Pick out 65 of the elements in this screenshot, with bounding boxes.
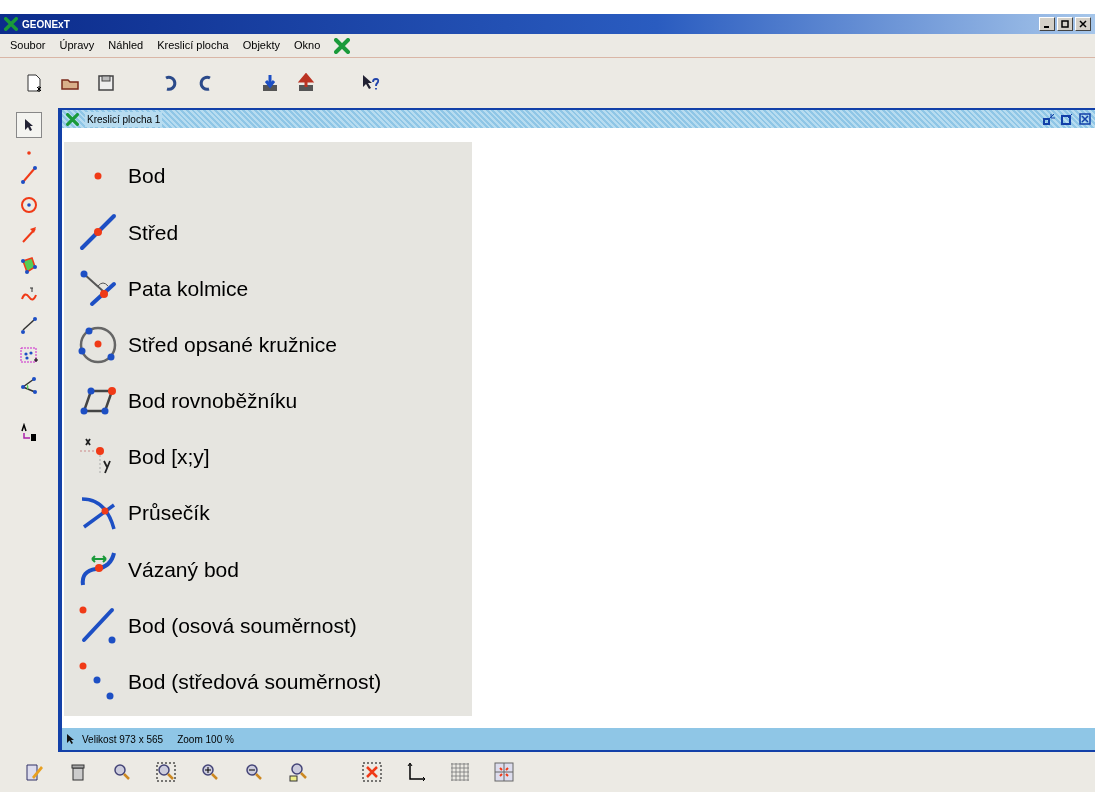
menu-item[interactable]: Okno	[294, 37, 321, 54]
zoom-fit-icon	[288, 762, 308, 782]
menu-item[interactable]: Pata kolmice	[64, 265, 472, 312]
circle-icon	[19, 195, 39, 215]
maximize-icon	[1061, 20, 1069, 28]
window-title: GEONExT	[22, 17, 70, 32]
edit-icon	[24, 762, 44, 782]
minimize-button[interactable]	[1043, 113, 1055, 125]
menu-item[interactable]: Objekty	[242, 37, 281, 54]
maximize-button[interactable]	[1057, 17, 1073, 31]
menu-item[interactable]: Bod	[64, 153, 472, 200]
polygon-icon	[19, 255, 39, 275]
document-title: Kreslicí plocha 1	[85, 111, 163, 127]
axes-icon	[406, 762, 426, 782]
logo-icon	[66, 112, 79, 126]
close-icon	[1079, 113, 1091, 125]
snap-grid-icon	[494, 762, 514, 782]
zoom-area-icon	[156, 762, 176, 782]
angle-icon	[19, 375, 39, 395]
zoom-icon	[112, 762, 132, 782]
logo-icon	[4, 17, 18, 31]
menu-item[interactable]: Střed	[64, 209, 472, 256]
measure-icon	[19, 315, 39, 335]
close-button[interactable]	[1079, 113, 1091, 125]
menu-item[interactable]: Kreslicí plocha	[157, 37, 229, 54]
perpendicular-foot-icon	[78, 268, 118, 309]
select-tool-button[interactable]	[16, 112, 42, 138]
logo-icon	[334, 37, 351, 54]
menu-item[interactable]: Bod rovnoběžníku	[64, 377, 472, 424]
close-icon	[1079, 20, 1087, 28]
point-tool-button[interactable]	[24, 148, 34, 158]
menu-item[interactable]: Bod (osová souměrnost)	[64, 602, 472, 649]
pointer-icon	[23, 118, 35, 132]
label-icon	[19, 423, 39, 443]
pointer-icon	[66, 733, 76, 745]
size-label: Velikost 973 x 565	[82, 732, 164, 747]
maximize-icon	[1061, 113, 1073, 125]
delete-selection-icon	[362, 762, 382, 782]
menu-item[interactable]: Vázaný bod	[64, 546, 472, 593]
menu-item[interactable]: Úpravy	[59, 37, 95, 54]
vector-icon	[19, 225, 39, 245]
point-icon	[27, 151, 31, 155]
grid-icon	[450, 762, 470, 782]
menu-item[interactable]: Soubor	[10, 37, 46, 54]
axial-symmetry-icon	[78, 605, 118, 646]
segment-icon	[19, 165, 39, 185]
dot-icon	[94, 172, 102, 181]
minimize-icon	[1043, 113, 1055, 125]
trash-icon	[68, 762, 88, 782]
menu-item[interactable]: Průsečík	[64, 490, 472, 537]
upload-icon	[296, 73, 316, 93]
menu-item[interactable]: Bod [x;y]	[64, 434, 472, 481]
zoom-out-icon	[244, 762, 264, 782]
download-icon	[260, 73, 280, 93]
zoom-label: Zoom 100 %	[177, 732, 234, 747]
menu-item[interactable]: Náhled	[108, 37, 144, 54]
group-icon	[19, 345, 39, 365]
minimize-button[interactable]	[1039, 17, 1055, 31]
new-file-icon	[24, 73, 44, 93]
zoom-in-icon	[200, 762, 220, 782]
menu-item[interactable]: Bod (středová souměrnost)	[64, 658, 472, 705]
maximize-button[interactable]	[1061, 113, 1073, 125]
menu-item[interactable]: Střed opsané kružnice	[64, 321, 472, 368]
help-pointer-icon	[360, 73, 380, 93]
segment-midpoint-icon	[78, 212, 118, 253]
